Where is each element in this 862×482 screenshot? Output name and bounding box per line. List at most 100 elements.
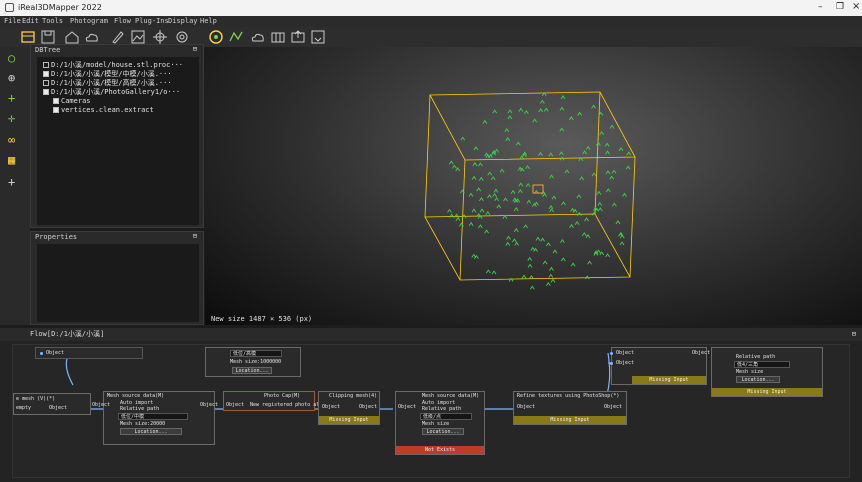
port-label: Object	[322, 404, 341, 410]
properties-title: Properties	[35, 233, 78, 241]
menu-help[interactable]: Help	[200, 17, 217, 25]
location-button[interactable]: Location...	[232, 367, 272, 374]
search-icon[interactable]: ○	[8, 51, 15, 65]
flow-editor[interactable]: Flow[D:/1小溪/小溪] ⊟ e mesh (V)(*) empty Ob…	[0, 328, 862, 482]
close-icon[interactable]: ×	[852, 1, 860, 12]
camera-point	[518, 107, 524, 112]
menu-edit[interactable]: Edit	[22, 17, 39, 25]
image-icon[interactable]	[130, 29, 146, 45]
flow-node-refine-textures[interactable]: Refine textures using PhotoShop(*) Objec…	[513, 391, 627, 425]
tree-item[interactable]: Cameras	[53, 97, 91, 106]
pin-icon[interactable]: ⊟	[193, 232, 197, 240]
camera-point	[609, 124, 615, 129]
pan-icon[interactable]: +	[8, 91, 15, 105]
tree-item[interactable]: D:/1小溪/小溪/PhotoGallery1/o···	[43, 88, 180, 97]
plus-icon[interactable]: +	[8, 175, 15, 189]
camera-point	[513, 207, 519, 212]
camera-point	[523, 109, 529, 115]
tree-checkbox[interactable]	[43, 71, 49, 77]
menu-plugins[interactable]: Plug-Ins	[135, 17, 169, 25]
camera-point	[561, 201, 566, 206]
flow-node-mesh-source-2[interactable]: Mesh source data(M) Auto import Relative…	[395, 391, 485, 455]
location-button[interactable]: Location...	[120, 428, 182, 435]
node-row: Relative path	[422, 406, 462, 412]
save-icon[interactable]	[40, 29, 56, 45]
menu-tools[interactable]: Tools	[42, 17, 63, 25]
camera-point	[514, 241, 520, 246]
nodes-icon[interactable]: ∞	[8, 133, 15, 147]
flow-node-mesh-source-3[interactable]: Object Relative path 低4/三角 Mesh size Loc…	[692, 347, 823, 397]
port-dot[interactable]	[40, 352, 43, 355]
3d-viewport[interactable]: New size 1487 × 536 (px)	[205, 47, 862, 325]
export-icon[interactable]	[310, 29, 326, 45]
camera-point	[482, 119, 488, 124]
zoom-icon[interactable]: ⊕	[8, 71, 15, 85]
camera-point	[538, 108, 544, 113]
flow-node-high-model[interactable]: 低位/高模 Mesh size:1000000 Location...	[205, 347, 301, 377]
location-button[interactable]: Location...	[736, 376, 780, 383]
tree-item[interactable]: D:/1小溪/model/house.stl.proc···	[43, 61, 183, 70]
flow-node-partial[interactable]: e mesh (V)(*) empty Object	[13, 393, 91, 415]
pin-icon[interactable]: ⊟	[193, 45, 197, 53]
settings-icon[interactable]	[174, 29, 190, 45]
camera-point	[542, 260, 548, 265]
tree-checkbox[interactable]	[43, 80, 49, 86]
node-input[interactable]: 低位/中模	[118, 413, 188, 420]
camera-point	[492, 192, 498, 198]
node-input[interactable]: 低级/点	[420, 413, 472, 420]
status-bar-missing-input: Missing Input	[632, 376, 706, 384]
flow-node-clipping-mesh[interactable]: Clipping mesh(4) Object Object Missing I…	[318, 391, 380, 425]
menu-file[interactable]: File	[4, 17, 21, 25]
flow-node-top[interactable]: Object	[35, 347, 143, 359]
tree-item[interactable]: D:/1小溪/小溪/模型/中模/小溪.···	[43, 70, 172, 79]
camera-point	[597, 207, 603, 212]
tree-checkbox[interactable]	[43, 62, 49, 68]
gear-icon[interactable]	[208, 29, 224, 45]
tree-checkbox[interactable]	[43, 89, 49, 95]
cloud-icon[interactable]	[250, 29, 266, 45]
camera-point	[539, 99, 545, 104]
camera-point	[525, 182, 531, 188]
export-icon[interactable]	[290, 29, 306, 45]
status-bar-not-exists: Not Exists	[396, 446, 484, 454]
table-icon[interactable]: ▦	[8, 153, 15, 167]
node-input[interactable]: 低位/高模	[230, 350, 282, 357]
port-dot[interactable]	[610, 362, 613, 365]
cloud-icon[interactable]	[84, 29, 100, 45]
flow-node-mesh-source[interactable]: Mesh source data(M) Auto import Relative…	[92, 391, 219, 445]
camera-point	[549, 174, 554, 179]
camera-point	[468, 221, 474, 226]
port-label: Object	[46, 350, 65, 356]
camera-point	[473, 146, 479, 151]
port-label: Object	[200, 402, 219, 408]
port-dot[interactable]	[610, 352, 613, 355]
tree-item[interactable]: vertices.clean.extract	[53, 106, 154, 115]
tree-item[interactable]: D:/1小溪/小溪/模型/高模/小溪.···	[43, 79, 172, 88]
menu-display[interactable]: Display	[168, 17, 198, 25]
camera-point	[491, 270, 497, 275]
camera-point	[532, 118, 538, 123]
grid-icon[interactable]	[270, 29, 286, 45]
tree-checkbox[interactable]	[53, 107, 59, 113]
camera-point	[604, 142, 610, 147]
flow-node-photo-cap[interactable]: Photo Cap(M) New registered photo album …	[223, 391, 328, 411]
folder-icon[interactable]	[20, 29, 36, 45]
camera-point	[478, 162, 483, 167]
pen-icon[interactable]	[110, 29, 126, 45]
maximize-icon[interactable]: ❐	[836, 2, 844, 12]
axis-icon[interactable]: ✛	[8, 111, 15, 125]
menu-photogram[interactable]: Photogram	[70, 17, 108, 25]
tree-checkbox[interactable]	[53, 98, 59, 104]
node-input[interactable]: 低4/三角	[734, 361, 790, 368]
node-row: Mesh size:20000	[120, 421, 166, 427]
camera-point	[538, 151, 543, 156]
menu-flow[interactable]: Flow	[114, 17, 131, 25]
house-icon[interactable]	[64, 29, 80, 45]
move-icon[interactable]	[152, 29, 168, 45]
camera-point	[582, 150, 587, 155]
flow-canvas[interactable]: e mesh (V)(*) empty Object Object Mesh s…	[12, 344, 850, 478]
pin-icon[interactable]: ⊟	[852, 330, 856, 338]
mesh-icon[interactable]	[228, 29, 244, 45]
minimize-icon[interactable]: –	[818, 2, 823, 12]
location-button[interactable]: Location...	[422, 428, 464, 435]
